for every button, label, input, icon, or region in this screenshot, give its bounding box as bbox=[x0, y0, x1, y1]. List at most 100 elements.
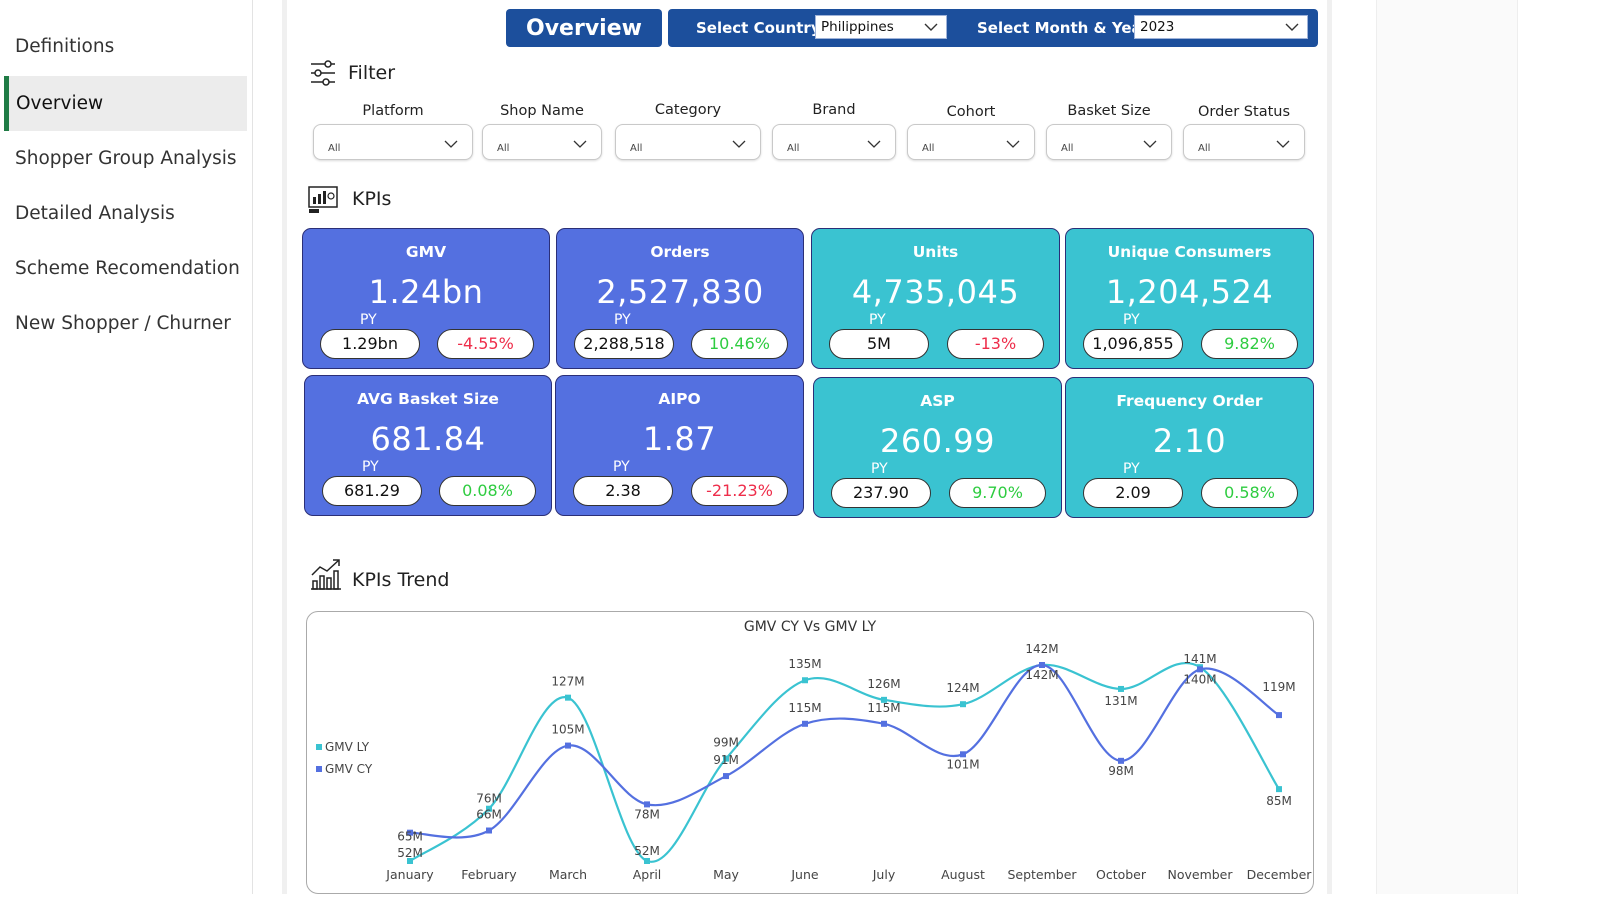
nav-item-label: New Shopper / Churner bbox=[15, 313, 231, 334]
filter-title: Filter bbox=[348, 62, 396, 84]
kpi-title: Frequency Order bbox=[1116, 392, 1263, 410]
kpi-py-value: 681.29 bbox=[322, 476, 422, 506]
data-label: 99M bbox=[713, 736, 739, 750]
country-select-value: Philippines bbox=[821, 19, 894, 35]
filter-dropdown-value: All bbox=[787, 143, 800, 154]
kpi-py-value: 2.09 bbox=[1083, 478, 1183, 508]
data-point bbox=[802, 720, 808, 727]
data-label: 140M bbox=[1183, 672, 1216, 686]
filter-dropdown-basket-size[interactable]: All bbox=[1046, 124, 1172, 160]
kpi-card-avg-basket-size: AVG Basket Size 681.84 PY 681.29 0.08% bbox=[304, 375, 552, 516]
overview-label: Overview bbox=[526, 15, 642, 41]
nav-item-label: Scheme Recomendation bbox=[15, 258, 240, 279]
nav-item-definitions[interactable]: Definitions bbox=[4, 19, 247, 74]
kpi-card-frequency-order: Frequency Order 2.10 PY 2.09 0.58% bbox=[1065, 377, 1314, 518]
filter-dropdown-value: All bbox=[1198, 143, 1211, 154]
chart-title: GMV CY Vs GMV LY bbox=[744, 619, 877, 635]
nav-item-label: Shopper Group Analysis bbox=[15, 148, 237, 169]
kpi-change-value: 0.08% bbox=[439, 476, 536, 506]
x-tick-label: September bbox=[1007, 867, 1077, 882]
month-year-select-value: 2023 bbox=[1140, 19, 1175, 35]
kpi-card-aipo: AIPO 1.87 PY 2.38 -21.23% bbox=[555, 375, 804, 516]
filter-dropdown-brand[interactable]: All bbox=[772, 124, 896, 160]
chevron-down-icon bbox=[444, 140, 458, 148]
kpi-card-gmv: GMV 1.24bn PY 1.29bn -4.55% bbox=[302, 228, 550, 369]
nav-item-new-shopper-churner[interactable]: New Shopper / Churner bbox=[4, 296, 247, 351]
kpi-change-value: 9.70% bbox=[949, 478, 1046, 508]
series-line bbox=[409, 661, 1280, 863]
py-label: PY bbox=[1123, 312, 1140, 328]
kpi-change-value: -21.23% bbox=[691, 476, 788, 506]
data-label: 101M bbox=[946, 757, 979, 771]
filter-dropdown-shop-name[interactable]: All bbox=[482, 124, 602, 160]
nav-item-detailed-analysis[interactable]: Detailed Analysis bbox=[4, 186, 247, 241]
kpi-value: 681.84 bbox=[370, 420, 486, 458]
filter-dropdown-value: All bbox=[922, 143, 935, 154]
filter-dropdown-order-status[interactable]: All bbox=[1183, 124, 1305, 160]
kpis-title: KPIs bbox=[352, 188, 392, 210]
x-tick-label: June bbox=[790, 867, 819, 882]
data-point bbox=[723, 773, 729, 780]
kpi-value: 1.24bn bbox=[368, 273, 484, 311]
kpi-value: 1.87 bbox=[642, 420, 717, 458]
select-month-year-label: Select Month & Year bbox=[977, 19, 1150, 37]
month-year-select[interactable]: 2023 bbox=[1134, 15, 1308, 39]
nav-item-shopper-group-analysis[interactable]: Shopper Group Analysis bbox=[4, 131, 247, 186]
filter-dropdown-value: All bbox=[1061, 143, 1074, 154]
filter-dropdown-category[interactable]: All bbox=[615, 124, 761, 160]
kpi-title: AIPO bbox=[658, 390, 701, 408]
data-label: 115M bbox=[867, 701, 900, 715]
chevron-down-icon bbox=[573, 140, 587, 148]
data-point bbox=[1118, 685, 1124, 692]
x-tick-label: April bbox=[633, 867, 662, 882]
data-label: 115M bbox=[788, 701, 821, 715]
kpi-py-value: 2.38 bbox=[573, 476, 673, 506]
x-tick-label: November bbox=[1167, 867, 1233, 882]
overview-button[interactable]: Overview bbox=[506, 9, 662, 47]
data-label: 142M bbox=[1025, 642, 1058, 656]
nav-item-overview[interactable]: Overview bbox=[4, 76, 247, 131]
chevron-down-icon bbox=[1285, 23, 1299, 31]
chevron-down-icon bbox=[732, 140, 746, 148]
gmv-trend-chart: GMV CY Vs GMV LY January February March Apri… bbox=[306, 611, 1314, 894]
data-label: 124M bbox=[946, 681, 979, 695]
selection-bar: Select Country Philippines Select Month … bbox=[668, 9, 1318, 47]
data-label: 78M bbox=[634, 807, 660, 821]
x-tick-label: March bbox=[549, 867, 587, 882]
data-point bbox=[565, 742, 571, 749]
kpi-title: GMV bbox=[405, 243, 447, 261]
data-label: 127M bbox=[551, 675, 584, 689]
data-label: 98M bbox=[1108, 764, 1134, 778]
data-label: 141M bbox=[1183, 652, 1216, 666]
x-tick-label: July bbox=[872, 867, 896, 882]
filter-dropdown-value: All bbox=[328, 143, 341, 154]
filter-dropdown-cohort[interactable]: All bbox=[907, 124, 1035, 160]
kpi-py-value: 5M bbox=[829, 329, 929, 359]
py-label: PY bbox=[614, 312, 631, 328]
kpi-dashboard-icon bbox=[308, 186, 338, 213]
data-label: 105M bbox=[551, 723, 584, 737]
py-label: PY bbox=[871, 461, 888, 477]
kpi-value: 260.99 bbox=[880, 422, 995, 460]
kpi-card-units: Units 4,735,045 PY 5M -13% bbox=[811, 228, 1060, 369]
kpi-title: ASP bbox=[920, 392, 955, 410]
country-select[interactable]: Philippines bbox=[815, 15, 947, 39]
kpi-py-value: 2,288,518 bbox=[574, 329, 674, 359]
kpi-title: Unique Consumers bbox=[1107, 243, 1272, 261]
data-label: 65M bbox=[397, 830, 423, 844]
data-label: 119M bbox=[1262, 680, 1295, 694]
filter-dropdown-platform[interactable]: All bbox=[313, 124, 473, 160]
nav-item-scheme-recomendation[interactable]: Scheme Recomendation bbox=[4, 241, 247, 296]
data-label: 91M bbox=[713, 753, 739, 767]
data-label: 52M bbox=[397, 846, 423, 860]
kpi-value: 2,527,830 bbox=[596, 273, 764, 311]
kpi-title: Units bbox=[912, 243, 959, 261]
sidebar: Definitions Overview Shopper Group Analy… bbox=[0, 0, 253, 894]
data-label: 66M bbox=[476, 808, 502, 822]
data-point bbox=[486, 827, 492, 834]
kpi-change-value: 9.82% bbox=[1201, 329, 1298, 359]
kpi-card-asp: ASP 260.99 PY 237.90 9.70% bbox=[813, 377, 1062, 518]
x-tick-label: February bbox=[461, 867, 517, 882]
kpi-py-value: 1.29bn bbox=[320, 329, 420, 359]
kpi-value: 4,735,045 bbox=[851, 273, 1020, 311]
